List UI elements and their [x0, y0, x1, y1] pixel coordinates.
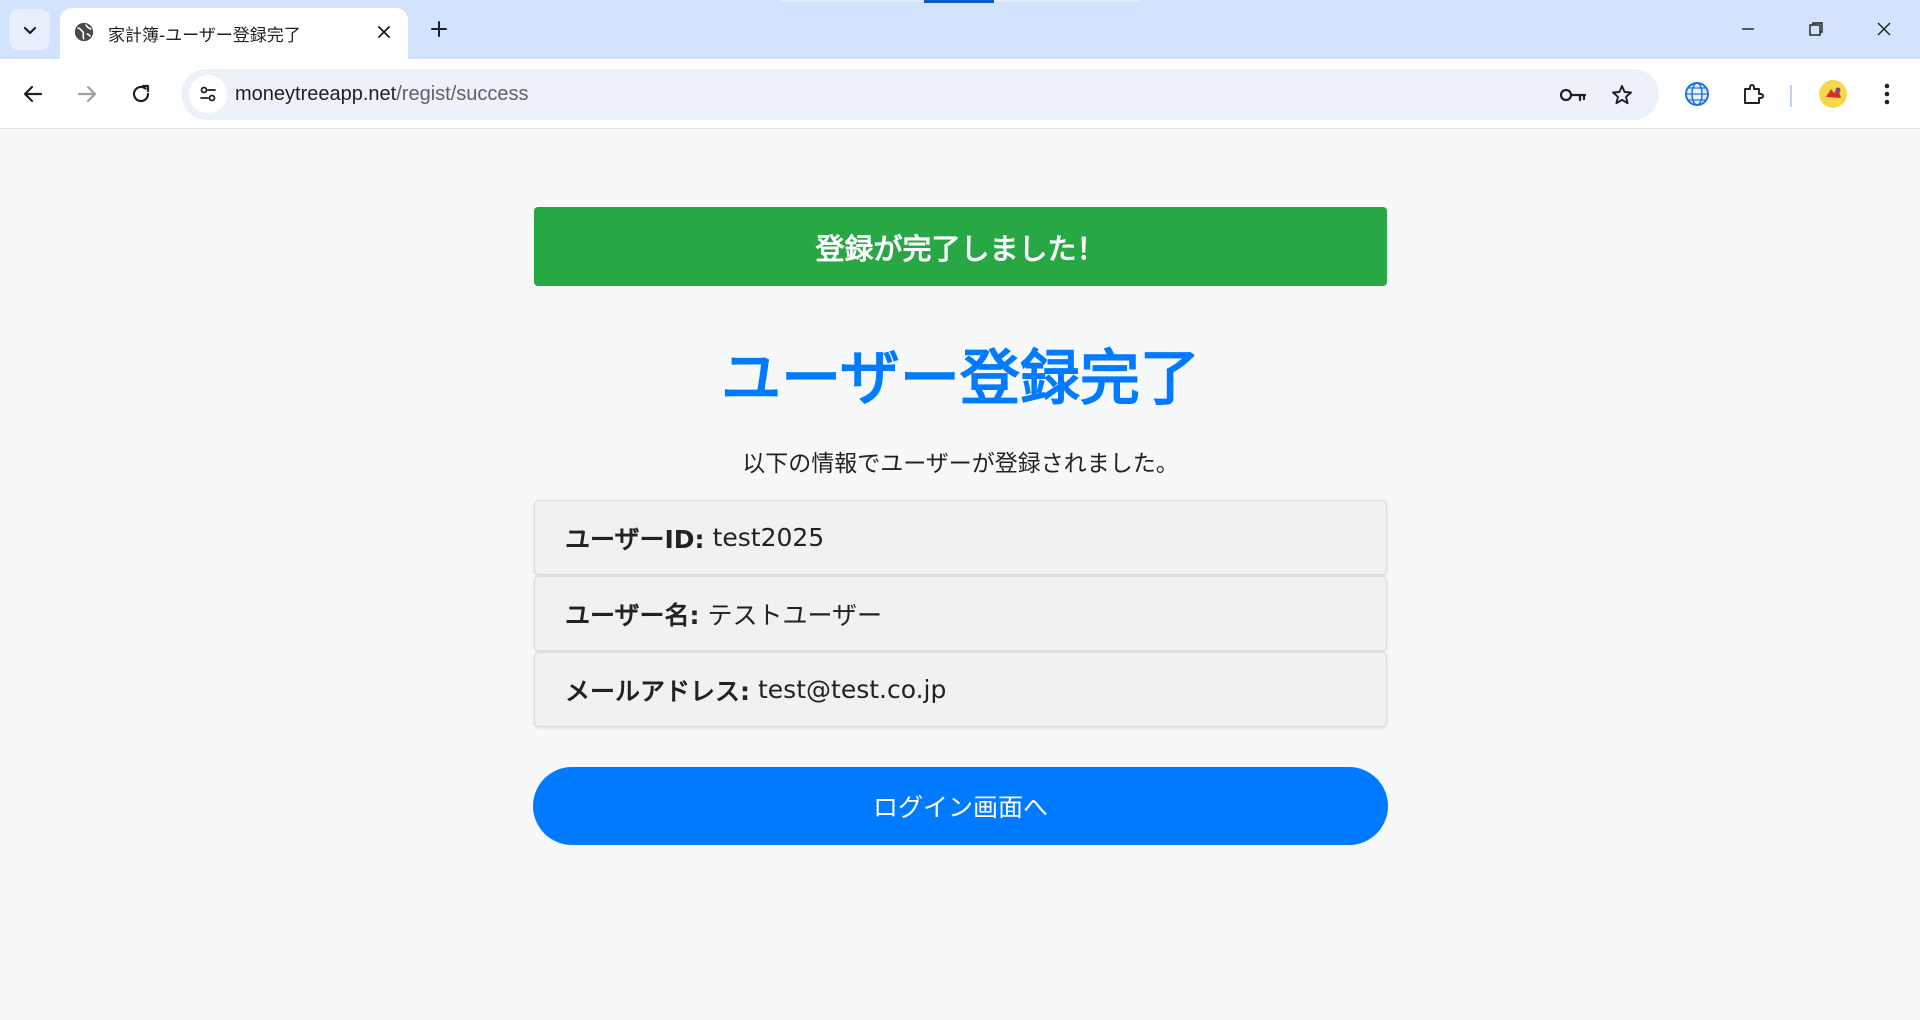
back-arrow-icon — [23, 85, 43, 103]
site-settings-icon — [200, 86, 216, 102]
browser-toolbar: moneytreeapp.net/regist/success — [0, 59, 1920, 129]
user-id-row: ユーザーID: test2025 — [534, 500, 1387, 575]
toolbar-divider — [1790, 85, 1792, 107]
success-alert: 登録が完了しました！ — [534, 207, 1387, 286]
site-info-button[interactable] — [189, 75, 227, 113]
key-icon — [1559, 88, 1587, 102]
restore-icon — [1809, 22, 1823, 36]
page-content: 登録が完了しました！ ユーザー登録完了 以下の情報でユーザーが登録されました。 … — [0, 130, 1920, 1020]
reload-icon — [132, 84, 150, 103]
tab-strip-indicator — [924, 0, 994, 3]
new-tab-button[interactable] — [422, 12, 456, 46]
more-vert-icon — [1884, 83, 1890, 105]
email-value: test@test.co.jp — [758, 675, 947, 704]
tab-title: 家計簿-ユーザー登録完了 — [108, 26, 301, 46]
minimize-button[interactable] — [1714, 5, 1782, 53]
url-text[interactable]: moneytreeapp.net/regist/success — [235, 83, 529, 106]
profile-button[interactable] — [1813, 74, 1853, 114]
description-text: 以下の情報でユーザーが登録されました。 — [742, 451, 1179, 477]
close-icon — [378, 26, 390, 38]
menu-button[interactable] — [1867, 74, 1907, 114]
email-label: メールアドレス: — [565, 676, 750, 706]
address-bar[interactable]: moneytreeapp.net/regist/success — [181, 69, 1659, 120]
page-title: ユーザー登録完了 — [721, 344, 1200, 414]
user-name-row: ユーザー名: テストユーザー — [534, 576, 1387, 651]
window-close-icon — [1877, 22, 1891, 36]
forward-arrow-icon — [77, 85, 97, 103]
login-button[interactable]: ログイン画面へ — [533, 767, 1388, 845]
restore-button[interactable] — [1782, 5, 1850, 53]
user-name-label: ユーザー名: — [565, 600, 700, 630]
password-manager-button[interactable] — [1555, 77, 1591, 113]
puzzle-icon — [1744, 84, 1764, 104]
reload-button[interactable] — [120, 73, 162, 115]
bookmark-button[interactable] — [1604, 77, 1640, 113]
url-path: /regist/success — [396, 83, 529, 105]
user-name-value: テストユーザー — [707, 600, 883, 630]
url-host: moneytreeapp.net — [235, 83, 397, 105]
user-id-label: ユーザーID: — [565, 524, 705, 554]
extension-globe-button[interactable] — [1677, 74, 1717, 114]
tab-strip: 家計簿-ユーザー登録完了 — [0, 0, 1920, 59]
forward-button[interactable] — [66, 73, 108, 115]
back-button[interactable] — [12, 73, 54, 115]
globe-icon — [72, 20, 96, 44]
tab-search-button[interactable] — [9, 9, 50, 50]
tab-strip-indicator-right — [994, 0, 1140, 2]
tab-close-button[interactable] — [370, 18, 398, 46]
user-id-value: test2025 — [712, 523, 825, 552]
email-row: メールアドレス: test@test.co.jp — [534, 652, 1387, 727]
active-tab[interactable]: 家計簿-ユーザー登録完了 — [60, 8, 408, 59]
tab-strip-indicator-left — [780, 0, 924, 2]
plus-icon — [431, 21, 447, 37]
extensions-button[interactable] — [1733, 74, 1773, 114]
chevron-down-icon — [23, 26, 36, 34]
minimize-icon — [1742, 28, 1754, 30]
window-close-button[interactable] — [1850, 5, 1918, 53]
globe-extension-icon — [1685, 82, 1709, 106]
profile-avatar-icon — [1819, 80, 1847, 108]
star-icon — [1612, 85, 1632, 105]
